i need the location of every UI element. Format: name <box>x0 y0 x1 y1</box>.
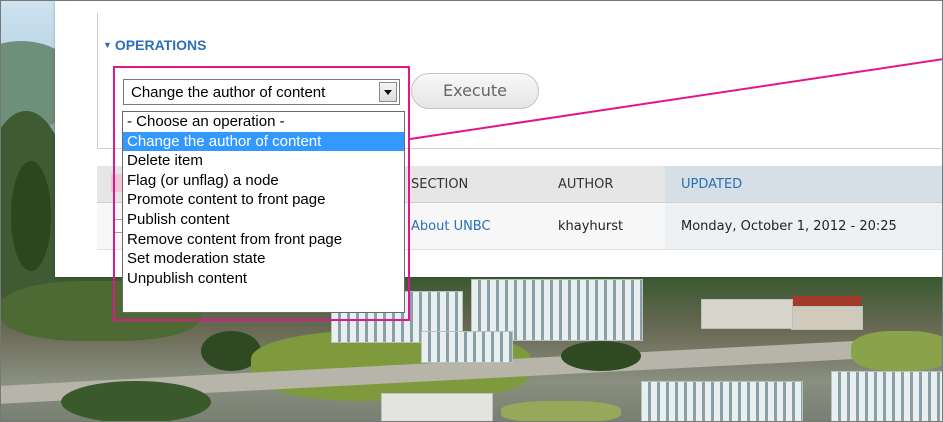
column-header-updated[interactable]: UPDATED <box>681 177 742 192</box>
operations-legend[interactable]: ▼ OPERATIONS <box>103 37 206 53</box>
row-updated: Monday, October 1, 2012 - 20:25 <box>681 219 897 234</box>
annotation-highlight-box <box>113 66 410 321</box>
column-header-author[interactable]: AUTHOR <box>558 177 613 192</box>
row-section-link[interactable]: About UNBC <box>411 219 491 234</box>
row-author: khayhurst <box>558 219 624 234</box>
execute-button[interactable]: Execute <box>411 73 539 109</box>
column-header-section[interactable]: SECTION <box>411 177 468 192</box>
screenshot-frame: ▼ OPERATIONS Change the author of content… <box>0 0 943 422</box>
collapse-triangle-icon: ▼ <box>103 40 112 50</box>
